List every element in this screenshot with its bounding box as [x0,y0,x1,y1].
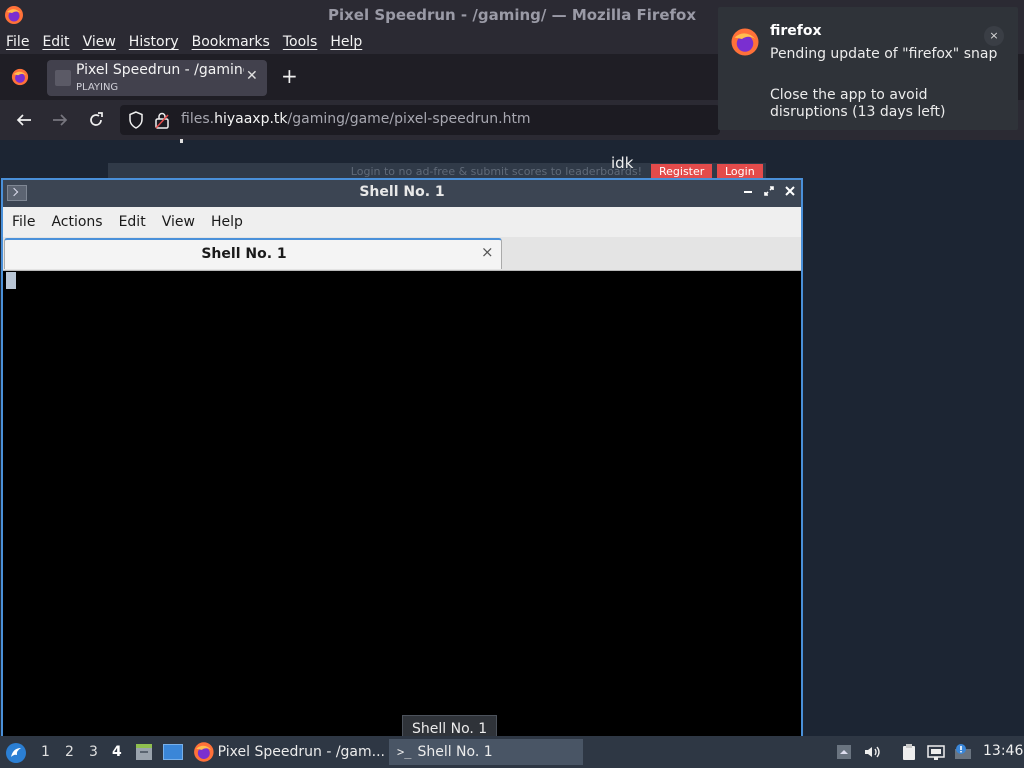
maximize-button[interactable] [760,184,778,202]
terminal-menubar: File Actions Edit View Help [3,207,801,237]
close-tab-icon[interactable]: × [481,243,494,261]
register-button[interactable]: Register [651,164,713,179]
clock[interactable]: 13:46 [983,743,1023,759]
text-cursor [6,272,16,289]
shield-icon[interactable] [128,111,144,129]
lock-icon[interactable] [154,111,170,129]
url-bar[interactable]: files.hiyaaxp.tk/gaming/game/pixel-speed… [120,105,720,135]
firefox-logo-icon [5,6,23,24]
menu-history[interactable]: History [129,34,179,50]
menu-edit[interactable]: Edit [42,34,69,50]
terminal-tab-title: Shell No. 1 [201,246,287,262]
clipboard-icon[interactable] [900,743,918,761]
firefox-view-icon[interactable] [11,68,29,86]
menu-view[interactable]: View [83,34,116,50]
username-label: idk [611,154,634,172]
close-tab-icon[interactable]: ✕ [246,68,258,84]
terminal-window[interactable]: Shell No. 1 File Actions Edit View Help … [1,178,803,738]
update-notifier-icon[interactable] [954,743,972,761]
reload-icon [90,112,103,126]
notification-popup[interactable]: firefox × Pending update of "firefox" sn… [718,7,1018,130]
browser-tab[interactable]: Pixel Speedrun - /gaming PLAYING ✕ [47,60,267,96]
taskbar-task-label: Shell No. 1 [417,744,493,760]
taskbar-task-label: Pixel Speedrun - /gam... [217,744,385,760]
workspace-4[interactable]: 4 [112,744,122,760]
forward-button[interactable] [49,109,71,131]
maximize-icon [764,186,774,196]
taskbar-task-firefox[interactable]: Pixel Speedrun - /gam... [193,739,385,765]
menu-help[interactable]: Help [330,34,362,50]
notification-app-name: firefox [770,23,822,39]
reload-button[interactable] [85,109,107,131]
window-title: Pixel Speedrun - /gaming/ — Mozilla Fire… [327,6,697,24]
tab-title: Pixel Speedrun - /gaming [76,62,244,78]
terminal-tab[interactable]: Shell No. 1 × [4,238,502,269]
workspace-3[interactable]: 3 [89,744,98,760]
page-fragment [180,139,183,143]
arrow-right-icon [53,114,68,126]
new-tab-button[interactable]: + [281,64,298,88]
taskbar-task-terminal[interactable]: >_ Shell No. 1 [389,739,583,765]
minimize-icon [744,191,752,193]
menu-file[interactable]: File [6,34,29,50]
banner-text: Login to no ad-free & submit scores to l… [350,165,642,178]
terminal-output[interactable] [3,271,801,736]
terminal-menu-help[interactable]: Help [211,214,243,230]
notification-message: Pending update of "firefox" snap [770,46,998,62]
close-window-button[interactable] [781,184,799,202]
terminal-menu-actions[interactable]: Actions [51,214,102,230]
network-icon[interactable] [927,743,945,761]
back-button[interactable] [13,109,35,131]
taskbar: 1 2 3 4 Pixel Speedrun - /gam... >_ Shel… [0,736,1024,768]
notification-detail: Close the app to avoid disruptions (13 d… [770,87,946,120]
terminal-title: Shell No. 1 [359,184,445,200]
terminal-menu-file[interactable]: File [12,214,35,230]
show-desktop-icon[interactable] [163,744,183,760]
firefox-logo-icon [194,742,214,762]
workspace-2[interactable]: 2 [65,744,74,760]
url-text: files.hiyaaxp.tk/gaming/game/pixel-speed… [181,111,531,127]
tab-favicon-icon [55,70,71,86]
start-menu-icon[interactable] [5,742,27,764]
file-manager-icon[interactable] [134,742,154,762]
workspace-1[interactable]: 1 [41,744,50,760]
close-icon [785,186,795,196]
menu-tools[interactable]: Tools [283,34,318,50]
login-button[interactable]: Login [717,164,763,179]
terminal-menu-edit[interactable]: Edit [119,214,146,230]
terminal-icon: >_ [397,745,412,759]
terminal-menu-view[interactable]: View [162,214,195,230]
menu-bookmarks[interactable]: Bookmarks [192,34,270,50]
tab-playing-label: PLAYING [76,82,119,93]
minimize-button[interactable] [739,184,757,202]
arrow-left-icon [16,114,31,126]
volume-icon[interactable] [863,743,881,761]
terminal-titlebar[interactable]: Shell No. 1 [3,180,801,207]
firefox-logo-icon [731,28,759,56]
close-icon[interactable]: × [984,26,1004,46]
terminal-tabbar: Shell No. 1 × [3,237,801,271]
tray-up-arrow-icon[interactable] [835,743,853,761]
